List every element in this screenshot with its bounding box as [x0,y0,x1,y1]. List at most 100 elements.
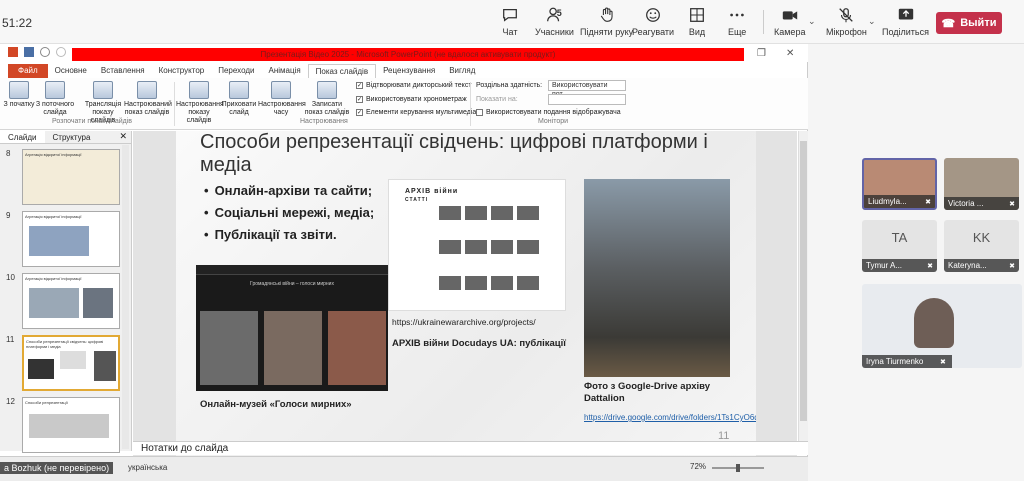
microphone-options-chevron-icon[interactable]: ⌄ [868,16,876,27]
bullet-item: Онлайн-архіви та сайти; [204,183,374,198]
notes-pane[interactable]: Нотатки до слайда [133,441,808,455]
checkbox-checked-icon: ✓ [356,82,363,89]
hang-up-icon: ☎ [941,17,956,30]
tab-animations[interactable]: Анімація [261,64,307,78]
language-indicator[interactable]: українська [128,463,167,472]
tab-insert[interactable]: Вставлення [94,64,152,78]
camera-button[interactable]: Камера [774,6,805,40]
participant-tile[interactable]: KK Kateryna... ✖ [944,220,1019,272]
share-button[interactable]: Поділиться [882,6,929,40]
undo-icon[interactable] [40,47,50,57]
pane-tab-outline[interactable]: Структура [45,131,99,143]
slide-bullets: Онлайн-архіви та сайти; Соціальні мережі… [204,183,375,249]
destroyed-building-photo [584,179,730,377]
meeting-timer: 51:22 [2,16,33,30]
zoom-level: 72% [690,462,707,471]
microphone-button[interactable]: Мікрофон [826,6,867,40]
slide-thumbnail[interactable]: 12 Способи репрезентації [4,397,122,455]
slide-thumbnail[interactable]: 10 Агрегація відкритої інформації [4,273,122,331]
hide-slide-button[interactable]: Приховати слайд [216,81,262,117]
slide-scrollbar[interactable] [798,131,808,441]
tab-home[interactable]: Основне [48,64,94,78]
group-label-start-slideshow: Розпочати показ слайдів [52,118,132,125]
from-current-slide-button[interactable]: З поточного слайда [32,81,78,117]
grid-icon [688,6,706,24]
react-button[interactable]: Реагувати [632,6,674,40]
powerpoint-logo-icon [8,47,18,57]
participant-tile[interactable]: Victoria ... ✖ [944,158,1019,210]
chat-button[interactable]: Чат [501,6,519,40]
slides-pane-scrollbar[interactable] [122,145,129,449]
shared-screen-powerpoint: Презентація Відео 2025 - Microsoft Power… [0,44,808,481]
ribbon-tabs: Файл Основне Вставлення Конструктор Пере… [0,64,808,78]
camera-options-chevron-icon[interactable]: ⌄ [808,16,816,27]
ribbon-group-divider [174,82,175,126]
tab-review[interactable]: Рецензування [376,64,442,78]
close-window-icon[interactable]: ✕ [786,48,794,59]
timer-icon [271,81,291,99]
checkbox-unchecked-icon [476,109,483,116]
participant-tile[interactable]: Liudmyla... ✖ [862,158,937,210]
show-on-dropdown[interactable] [548,94,626,105]
leave-meeting-button[interactable]: ☎ Выйти [936,12,1002,34]
slide-thumbnail-selected[interactable]: 11 Способи репрезентації свідчень: цифро… [4,335,122,393]
current-slide[interactable]: Способи репрезентації свідчень: цифрові … [176,131,756,481]
raise-hand-button[interactable]: Підняти руку [580,6,633,40]
camera-icon [781,6,799,24]
rehearse-timings-button[interactable]: Настроювання часу [258,81,306,117]
slide-thumbnail[interactable]: 9 Агрегація відкритої інформації [4,211,122,269]
participants-count: 5 [556,8,562,18]
media-controls-checkbox[interactable]: ✓ Елементи керування мультимедіа [356,109,476,116]
tab-view[interactable]: Вигляд [442,64,482,78]
pane-tab-slides[interactable]: Слайди [0,131,45,143]
mic-off-icon: ✖ [940,359,946,366]
archive-caption: АРХІВ війни Docudays UA: публікації [392,338,566,349]
window-title-bar: Презентація Відео 2025 - Microsoft Power… [72,48,744,61]
tab-design[interactable]: Конструктор [152,64,212,78]
view-button[interactable]: Вид [688,6,706,40]
resolution-label: Роздільна здатність: [476,82,543,89]
record-slideshow-button[interactable]: Записати показ слайдів [304,81,350,117]
use-timings-checkbox[interactable]: ✓ Використовувати хронометраж [356,96,467,103]
google-drive-link[interactable]: https://drive.google.com/drive/folders/1… [584,413,756,423]
save-icon[interactable] [24,47,34,57]
archive-url[interactable]: https://ukrainewararchive.org/projects/ [392,317,536,327]
hide-slide-icon [229,81,249,99]
participant-tile[interactable]: TA Tymur A... ✖ [862,220,937,272]
slide-editor: Способи репрезентації свідчень: цифрові … [133,131,797,481]
participant-initials: TA [891,230,908,245]
slide-title: Способи репрезентації свідчень: цифрові … [200,131,708,176]
slideshow-start-icon [9,81,29,99]
custom-show-icon [137,81,157,99]
resolution-dropdown[interactable]: Використовувати пот... [548,80,626,98]
checkbox-checked-icon: ✓ [356,96,363,103]
tab-slide-show[interactable]: Показ слайдів [307,64,377,78]
participant-tile-large[interactable]: Iryna Tiurmenko ✖ [862,284,1022,368]
more-button[interactable]: Еще [728,6,746,40]
presenter-view-checkbox[interactable]: Використовувати подання відображувача [476,109,621,116]
redo-icon[interactable] [56,47,66,57]
more-icon [728,6,746,24]
show-on-label: Показати на: [476,96,518,103]
bullet-item: Соціальні мережі, медіа; [204,205,375,220]
zoom-slider[interactable] [712,464,764,472]
slides-pane: Слайди Структура ✕ 8 Агрегація відкритої… [0,131,132,453]
play-narrations-checkbox[interactable]: ✓ Відтворювати дикторський текст [356,82,472,89]
participants-button[interactable]: 5 Учасники [535,6,574,40]
setup-icon [189,81,209,99]
close-pane-icon[interactable]: ✕ [119,131,127,142]
smile-icon [644,6,662,24]
chat-icon [501,6,519,24]
slide-thumbnail[interactable]: 8 Агрегація відкритої інформації [4,149,122,207]
custom-slideshow-button[interactable]: Настроюваний показ слайдів [124,81,172,117]
ribbon: З початку З поточного слайда Трансляція … [0,78,808,130]
tab-file[interactable]: Файл [8,64,48,78]
photo-caption: Фото з Google-Drive архіву Dattalion [584,381,711,404]
slideshow-current-icon [45,81,65,99]
broadcast-icon [93,81,113,99]
mic-off-icon: ✖ [927,263,933,270]
zoom-slider-handle[interactable] [736,464,740,472]
museum-caption: Онлайн-музей «Голоси мирних» [200,399,352,410]
tab-transitions[interactable]: Переходи [211,64,261,78]
restore-window-icon[interactable]: ❐ [757,48,766,59]
